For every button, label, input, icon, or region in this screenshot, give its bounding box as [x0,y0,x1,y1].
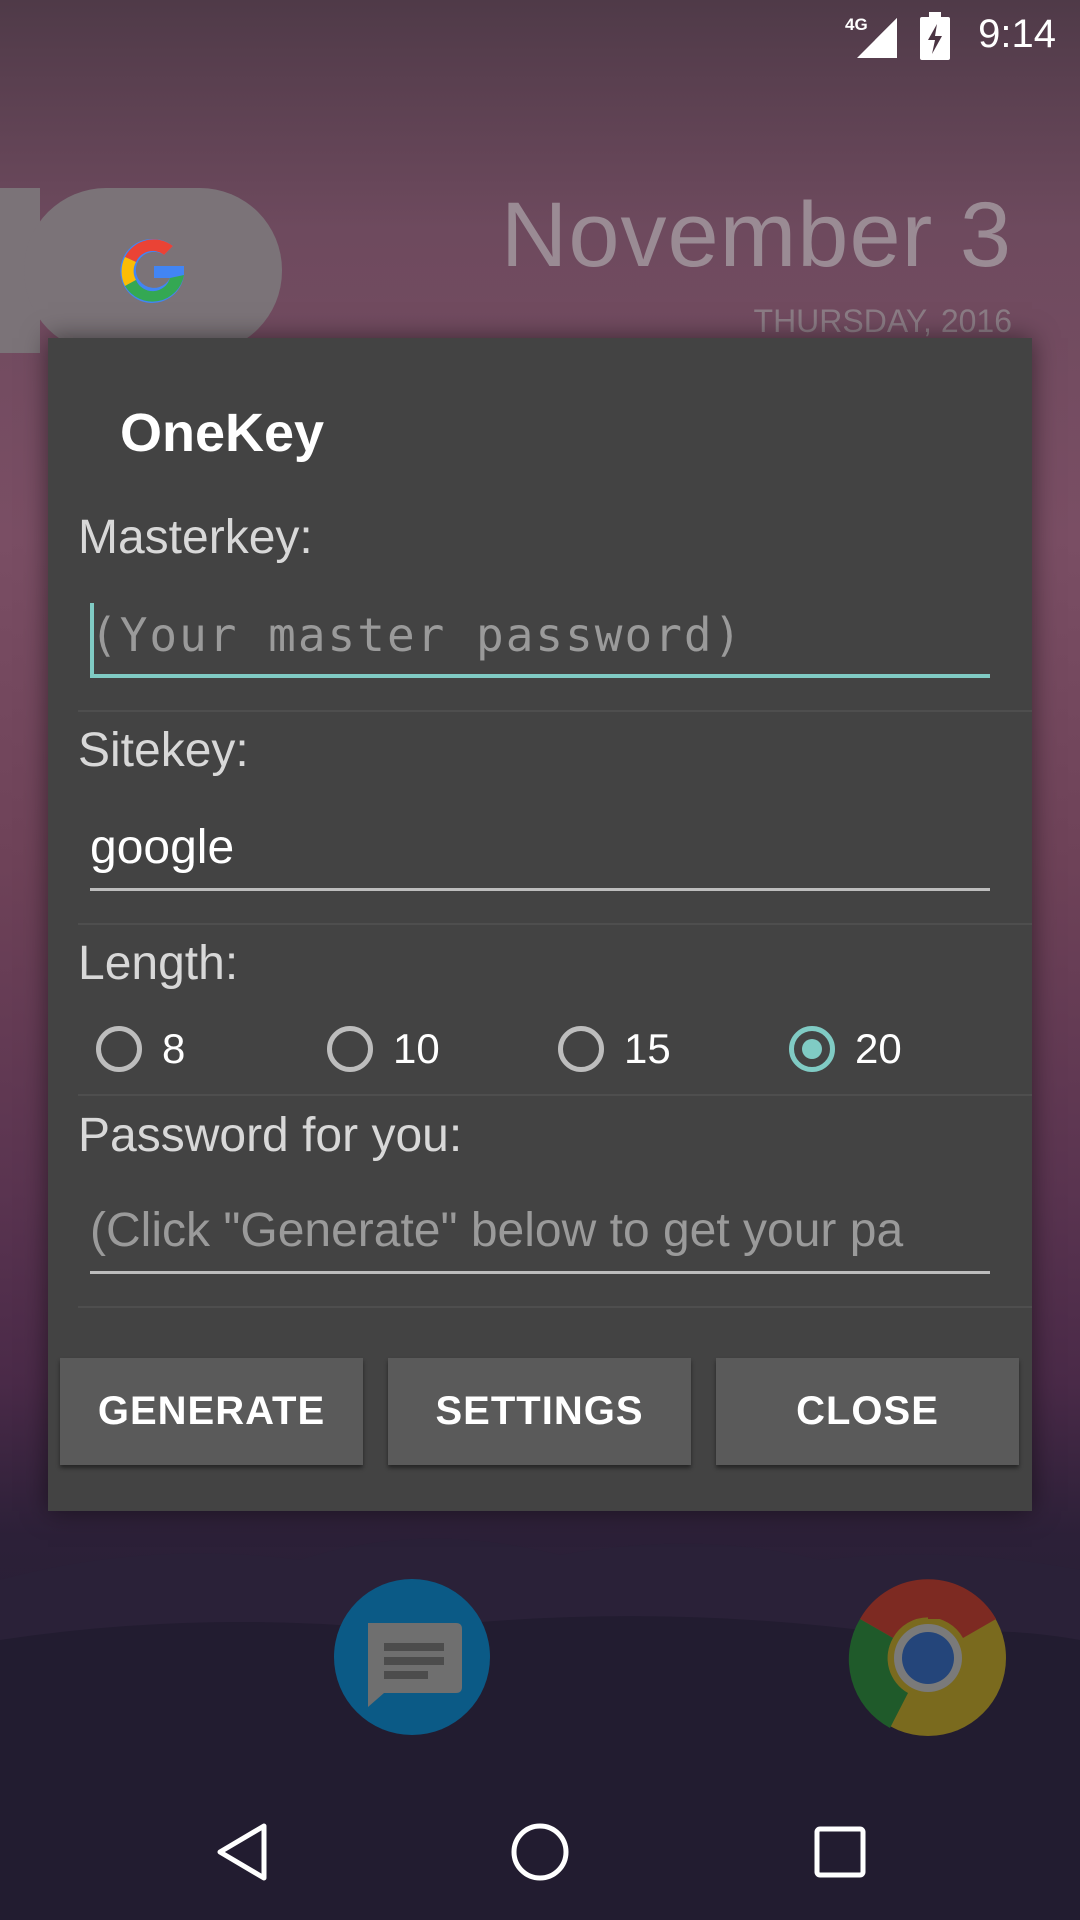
radio-unchecked-icon [96,1026,142,1072]
home-date[interactable]: November 3 [501,183,1012,288]
radio-checked-icon [789,1026,835,1072]
messages-app-icon[interactable] [332,1577,492,1737]
status-bar: 4G 9:14 [0,0,1080,75]
onekey-dialog: OneKey Masterkey: (Your master password)… [48,338,1032,1511]
masterkey-label: Masterkey: [78,511,313,564]
signal-icon: 4G [845,15,897,58]
svg-text:4G: 4G [845,15,868,34]
length-option-8[interactable]: 8 [96,1018,185,1080]
radio-unchecked-icon [558,1026,604,1072]
status-time: 9:14 [978,12,1056,56]
sitekey-label: Sitekey: [78,724,249,777]
home-icon[interactable] [510,1822,570,1882]
masterkey-input[interactable]: (Your master password) [90,600,990,678]
home-day: THURSDAY, 2016 [753,303,1012,339]
battery-charging-icon [920,12,950,60]
radio-unchecked-icon [327,1026,373,1072]
divider [78,710,1032,712]
chrome-app-icon[interactable] [848,1578,1008,1738]
settings-button[interactable]: SETTINGS [388,1358,691,1465]
length-option-20[interactable]: 20 [789,1018,902,1080]
length-option-10[interactable]: 10 [327,1018,440,1080]
password-label: Password for you: [78,1109,463,1162]
divider [78,1094,1032,1096]
password-placeholder: (Click "Generate" below to get your pa [90,1204,904,1257]
divider [78,1306,1032,1308]
text-caret [90,603,94,675]
sitekey-input[interactable]: google [90,813,990,891]
google-icon [120,238,184,303]
generate-button[interactable]: GENERATE [60,1358,363,1465]
recents-icon[interactable] [814,1826,866,1878]
back-icon[interactable] [214,1822,268,1882]
google-search-widget[interactable] [0,188,282,353]
masterkey-placeholder: (Your master password) [90,608,744,662]
divider [78,923,1032,925]
close-button[interactable]: CLOSE [716,1358,1019,1465]
length-option-15[interactable]: 15 [558,1018,671,1080]
password-output[interactable]: (Click "Generate" below to get your pa [90,1196,990,1274]
dialog-title: OneKey [120,403,325,463]
length-label: Length: [78,937,239,990]
navigation-bar [0,1770,1080,1920]
